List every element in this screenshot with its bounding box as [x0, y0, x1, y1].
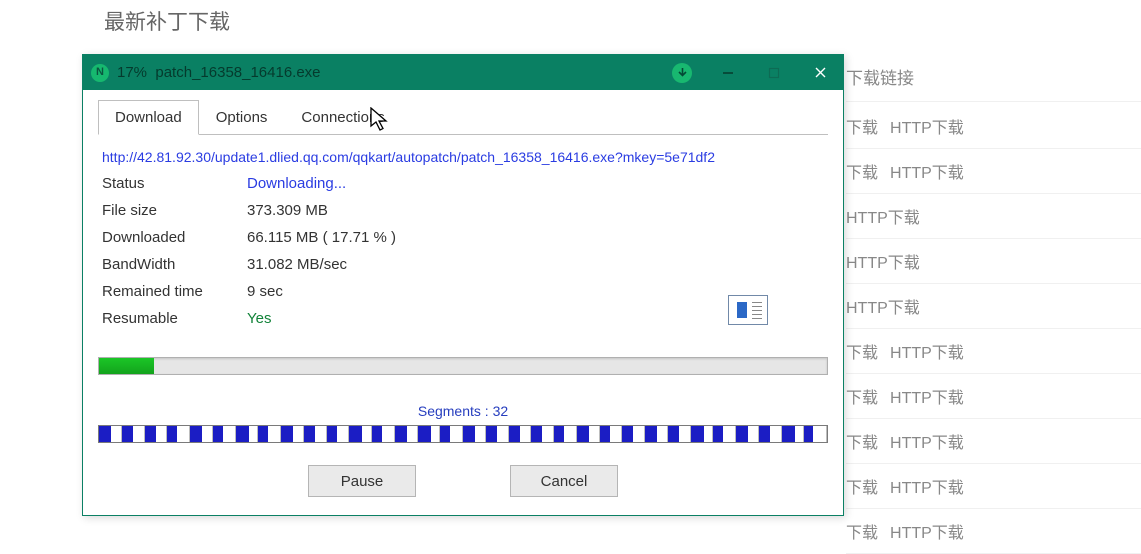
- value-downloaded: 66.115 MB ( 17.71 % ): [247, 229, 396, 246]
- download-link[interactable]: HTTP下载: [890, 165, 964, 182]
- download-link-row: HTTP下载: [846, 239, 1141, 284]
- segment: [486, 426, 509, 442]
- label-remained: Remained time: [102, 283, 247, 300]
- label-status: Status: [102, 175, 247, 192]
- download-link[interactable]: HTTP下载: [890, 345, 964, 362]
- tab-connections[interactable]: Connections: [284, 100, 401, 134]
- segment: [167, 426, 190, 442]
- download-url[interactable]: http://42.81.92.30/update1.dlied.qq.com/…: [102, 149, 828, 165]
- download-dialog: 17% patch_16358_16416.exe Download Optio…: [82, 54, 844, 516]
- tab-download[interactable]: Download: [98, 100, 199, 135]
- segment: [759, 426, 782, 442]
- segment: [372, 426, 395, 442]
- value-filesize: 373.309 MB: [247, 202, 328, 219]
- value-status: Downloading...: [247, 175, 346, 192]
- download-link[interactable]: HTTP下载: [890, 120, 964, 137]
- segment: [327, 426, 350, 442]
- download-link[interactable]: 下载: [846, 165, 878, 182]
- download-link[interactable]: HTTP下载: [846, 210, 920, 227]
- download-link-row: 下载 HTTP下载: [846, 104, 1141, 149]
- segment: [463, 426, 486, 442]
- segment: [440, 426, 463, 442]
- label-resumable: Resumable: [102, 310, 247, 327]
- segment: [645, 426, 668, 442]
- download-link[interactable]: HTTP下载: [890, 435, 964, 452]
- download-link-row: HTTP下载: [846, 194, 1141, 239]
- download-links-column: 下载链接 下载HTTP下载下载HTTP下载HTTP下载HTTP下载HTTP下载下…: [846, 64, 1141, 554]
- segment: [691, 426, 714, 442]
- close-button[interactable]: [797, 55, 843, 90]
- cancel-button[interactable]: Cancel: [510, 465, 618, 497]
- label-downloaded: Downloaded: [102, 229, 247, 246]
- titlebar[interactable]: 17% patch_16358_16416.exe: [83, 55, 843, 90]
- segment: [236, 426, 259, 442]
- page-title: 最新补丁下载: [104, 6, 230, 36]
- segment: [577, 426, 600, 442]
- segment: [418, 426, 441, 442]
- tab-options[interactable]: Options: [199, 100, 285, 134]
- download-link[interactable]: HTTP下载: [890, 480, 964, 497]
- tabs: Download Options Connections: [98, 100, 828, 135]
- value-remained: 9 sec: [247, 283, 283, 300]
- download-link-row: 下载 HTTP下载: [846, 509, 1141, 554]
- segment: [395, 426, 418, 442]
- preview-icon[interactable]: [728, 295, 768, 325]
- maximize-button[interactable]: [751, 55, 797, 90]
- download-links-header: 下载链接: [846, 64, 1141, 102]
- download-link[interactable]: HTTP下载: [890, 390, 964, 407]
- segment: [281, 426, 304, 442]
- download-indicator-icon[interactable]: [659, 55, 705, 90]
- progress-bar: [98, 357, 828, 375]
- label-bandwidth: BandWidth: [102, 256, 247, 273]
- download-link[interactable]: 下载: [846, 390, 878, 407]
- segment: [782, 426, 805, 442]
- download-link[interactable]: HTTP下载: [890, 525, 964, 542]
- segment: [600, 426, 623, 442]
- segment: [99, 426, 122, 442]
- window-title: 17% patch_16358_16416.exe: [117, 64, 659, 81]
- value-bandwidth: 31.082 MB/sec: [247, 256, 347, 273]
- progress-fill: [99, 358, 154, 374]
- download-link[interactable]: 下载: [846, 480, 878, 497]
- segment: [554, 426, 577, 442]
- download-link-row: HTTP下载: [846, 284, 1141, 329]
- download-link[interactable]: HTTP下载: [846, 300, 920, 317]
- segment: [622, 426, 645, 442]
- download-link-row: 下载 HTTP下载: [846, 464, 1141, 509]
- download-link[interactable]: 下载: [846, 525, 878, 542]
- download-link[interactable]: HTTP下载: [846, 255, 920, 272]
- download-link-row: 下载 HTTP下载: [846, 419, 1141, 464]
- label-filesize: File size: [102, 202, 247, 219]
- download-link[interactable]: 下载: [846, 345, 878, 362]
- segment: [531, 426, 554, 442]
- download-link-row: 下载 HTTP下载: [846, 329, 1141, 374]
- minimize-button[interactable]: [705, 55, 751, 90]
- segments-bar: [98, 425, 828, 443]
- segment: [145, 426, 168, 442]
- segment: [304, 426, 327, 442]
- segment: [668, 426, 691, 442]
- segment: [736, 426, 759, 442]
- segment: [213, 426, 236, 442]
- app-icon: [91, 64, 109, 82]
- segment: [713, 426, 736, 442]
- segment: [804, 426, 827, 442]
- value-resumable: Yes: [247, 310, 271, 327]
- download-link-row: 下载 HTTP下载: [846, 374, 1141, 419]
- download-link-row: 下载 HTTP下载: [846, 149, 1141, 194]
- segment: [122, 426, 145, 442]
- pause-button[interactable]: Pause: [308, 465, 416, 497]
- segment: [190, 426, 213, 442]
- segment: [349, 426, 372, 442]
- segment: [258, 426, 281, 442]
- download-link[interactable]: 下载: [846, 120, 878, 137]
- download-link[interactable]: 下载: [846, 435, 878, 452]
- segment: [509, 426, 532, 442]
- segments-label: Segments : 32: [98, 403, 828, 419]
